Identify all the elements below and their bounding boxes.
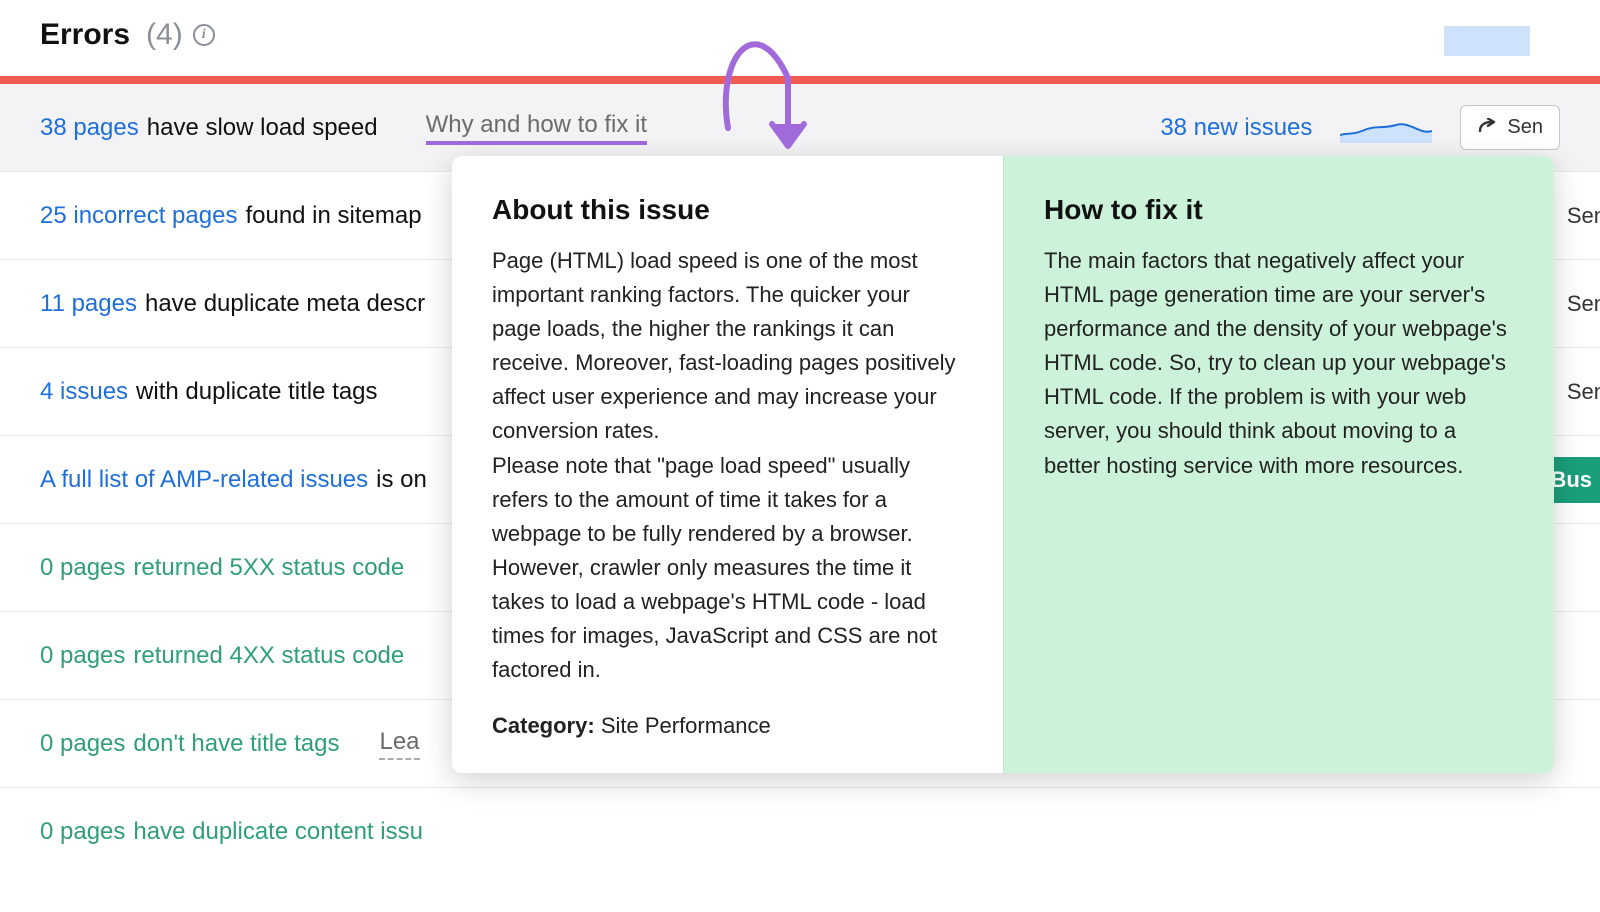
- errors-header: Errors (4) i: [0, 0, 1600, 76]
- issue-link[interactable]: A full list of AMP-related issues: [40, 466, 368, 494]
- highlight-box: [1444, 26, 1530, 56]
- issue-link[interactable]: 0 pages: [40, 642, 125, 670]
- send-label[interactable]: Sen: [1567, 379, 1600, 405]
- issue-text: found in sitemap: [245, 202, 421, 230]
- severity-bar: [0, 76, 1600, 84]
- issue-detail-popover: About this issue Page (HTML) load speed …: [452, 156, 1554, 773]
- about-paragraph-2: Please note that "page load speed" usual…: [492, 449, 963, 688]
- issue-link[interactable]: 0 pages: [40, 730, 125, 758]
- about-panel: About this issue Page (HTML) load speed …: [452, 156, 1003, 773]
- page-title: Errors: [40, 18, 130, 52]
- share-arrow-icon: [1477, 118, 1499, 138]
- issue-right: 38 new issues Sen: [1160, 105, 1560, 150]
- sparkline: [1340, 111, 1432, 145]
- fix-paragraph-1: The main factors that negatively affect …: [1044, 244, 1514, 483]
- new-issues-link[interactable]: 38 new issues: [1160, 114, 1312, 142]
- about-paragraph-1: Page (HTML) load speed is one of the mos…: [492, 244, 963, 449]
- send-label[interactable]: Sen: [1567, 291, 1600, 317]
- issue-text: have duplicate content issu: [133, 818, 423, 846]
- issue-link[interactable]: 11 pages: [40, 290, 137, 318]
- issue-link[interactable]: 0 pages: [40, 554, 125, 582]
- info-icon[interactable]: i: [193, 24, 215, 46]
- issue-link[interactable]: 25 incorrect pages: [40, 202, 237, 230]
- why-fix-link[interactable]: Why and how to fix it: [426, 111, 647, 145]
- send-button[interactable]: Sen: [1460, 105, 1560, 150]
- issue-text: have duplicate meta descr: [145, 290, 425, 318]
- fix-title: How to fix it: [1044, 194, 1514, 226]
- issue-text: returned 4XX status code: [133, 642, 404, 670]
- issue-row-duplicate-content[interactable]: 0 pages have duplicate content issu: [0, 788, 1600, 876]
- send-button-label: Sen: [1507, 116, 1543, 139]
- about-title: About this issue: [492, 194, 963, 226]
- send-label[interactable]: Sen: [1567, 203, 1600, 229]
- issue-text: is on: [376, 466, 427, 494]
- issue-text: have slow load speed: [147, 114, 378, 142]
- issue-text: with duplicate title tags: [136, 378, 377, 406]
- issue-link[interactable]: 38 pages: [40, 114, 139, 142]
- issue-text: don't have title tags: [133, 730, 339, 758]
- issue-link[interactable]: 0 pages: [40, 818, 125, 846]
- errors-count: (4): [146, 18, 183, 52]
- issue-text: returned 5XX status code: [133, 554, 404, 582]
- category-value: Site Performance: [601, 713, 771, 738]
- category-label: Category:: [492, 713, 595, 738]
- fix-panel: How to fix it The main factors that nega…: [1003, 156, 1554, 773]
- category: Category: Site Performance: [492, 709, 963, 743]
- learn-more-link[interactable]: Lea: [379, 728, 419, 760]
- issue-link[interactable]: 4 issues: [40, 378, 128, 406]
